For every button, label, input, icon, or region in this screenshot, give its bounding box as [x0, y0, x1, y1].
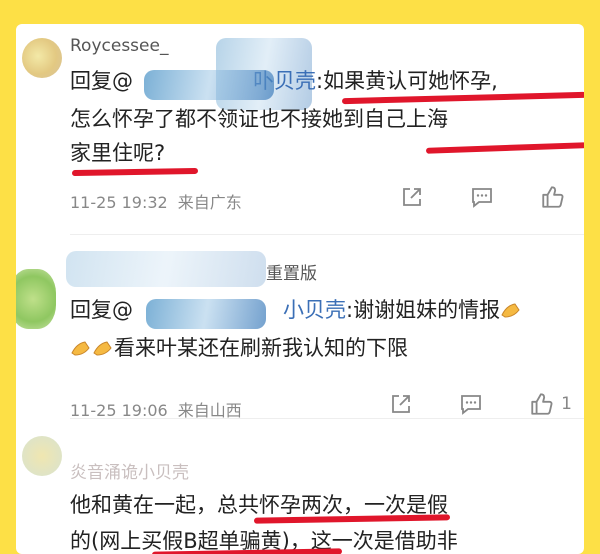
reply-button[interactable]: [470, 185, 494, 209]
blur-mask: [144, 70, 274, 100]
comment-username[interactable]: 重置版: [266, 259, 317, 284]
share-button[interactable]: [389, 392, 413, 416]
avatar[interactable]: [22, 38, 62, 78]
mentioned-user-link-tail[interactable]: 小贝壳: [283, 298, 346, 322]
reply-prefix: 回复@: [70, 298, 133, 322]
clap-emoji-icon: [71, 341, 90, 356]
comment-meta: 11-25 19:32 来自广东: [70, 189, 242, 213]
comment-actions: 1: [389, 391, 572, 417]
comment-text: :如果黄认可她怀孕,: [316, 69, 498, 93]
like-button[interactable]: 1: [529, 391, 572, 417]
comment-text: 看来叶某还在刷新我认知的下限: [114, 336, 408, 360]
like-count: 1: [561, 394, 572, 414]
comment-body-line: 家里住呢?: [70, 141, 166, 165]
comment-card: Roycessee_ 回复@ 卟贝壳:如果黄认可她怀孕, 怎么怀孕了都不领证也不接…: [16, 24, 584, 554]
share-icon: [392, 395, 411, 413]
timestamp: 11-25 19:32: [70, 193, 168, 212]
comment-icon: [461, 395, 482, 415]
clap-emoji-icon: [501, 303, 520, 318]
like-icon: [531, 393, 553, 415]
comment-body-line: 看来叶某还在刷新我认知的下限: [70, 333, 574, 363]
comment-item: Roycessee_ 回复@ 卟贝壳:如果黄认可她怀孕, 怎么怀孕了都不领证也不接…: [16, 24, 584, 229]
comment-body-line: 他和黄在一起，总共怀孕两次，一次是假: [70, 493, 448, 517]
clap-emoji-icon: [93, 341, 112, 356]
reply-prefix: 回复@: [70, 69, 133, 93]
blur-mask: [66, 251, 266, 287]
comment-item: 重置版 回复@ 小贝壳:谢谢姐妹的情报 看来叶某还在刷新我认知的下限 11-25 …: [16, 229, 584, 420]
comment-actions: [400, 184, 572, 210]
avatar[interactable]: [22, 436, 62, 476]
avatar[interactable]: [16, 269, 56, 329]
red-underline: [71, 167, 199, 177]
reply-button[interactable]: [459, 392, 483, 416]
comment-username[interactable]: Roycessee_: [70, 36, 168, 56]
comment-username[interactable]: 炎音涌诡小贝壳: [70, 458, 189, 483]
blur-mask: [146, 299, 266, 329]
comment-icon: [472, 188, 492, 208]
share-icon: [403, 188, 421, 206]
share-button[interactable]: [400, 185, 424, 209]
like-icon: [542, 186, 564, 208]
location: 来自广东: [177, 193, 242, 212]
comment-body-line: 怎么怀孕了都不领证也不接她到自己上海: [70, 107, 448, 131]
comment-item: 炎音涌诡小贝壳 他和黄在一起，总共怀孕两次，一次是假 的(网上买假B超单骗黄)，…: [16, 418, 584, 554]
comment-text: :谢谢姐妹的情报: [346, 298, 501, 322]
like-button[interactable]: [540, 184, 572, 210]
